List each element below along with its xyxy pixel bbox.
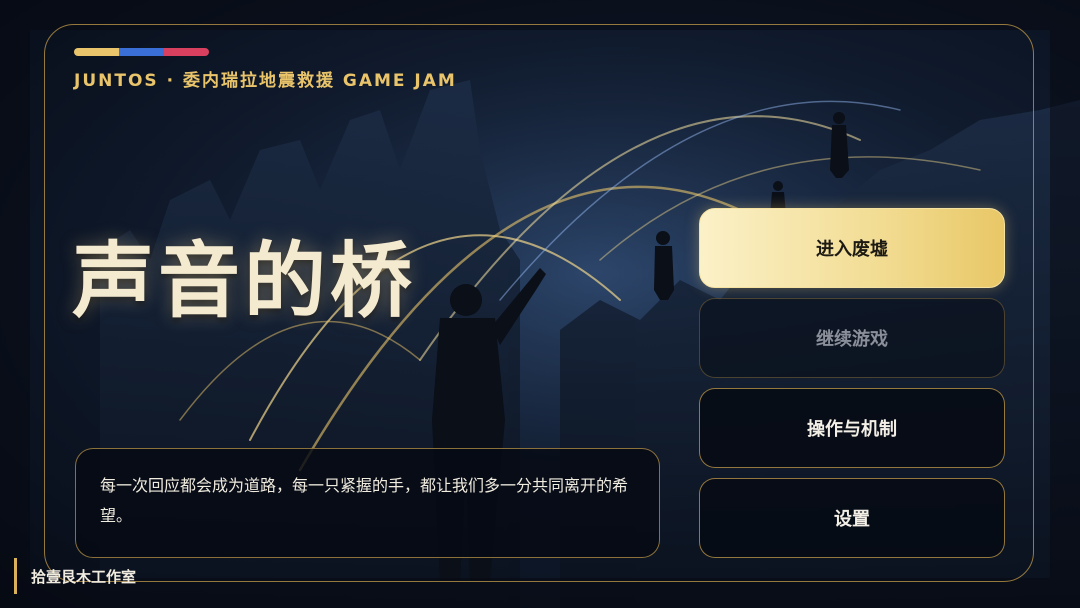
accent-gold — [74, 48, 119, 56]
settings-button[interactable]: 设置 — [699, 478, 1005, 558]
accent-blue — [119, 48, 164, 56]
title-screen: JUNTOS · 委内瑞拉地震救援 GAME JAM 声音的桥 每一次回应都会成… — [0, 0, 1080, 608]
enter-ruins-button[interactable]: 进入废墟 — [699, 208, 1005, 288]
tagline-panel: 每一次回应都会成为道路，每一只紧握的手，都让我们多一分共同离开的希望。 — [75, 448, 660, 558]
accent-red — [164, 48, 209, 56]
tagline-text: 每一次回应都会成为道路，每一只紧握的手，都让我们多一分共同离开的希望。 — [100, 476, 629, 525]
continue-game-button[interactable]: 继续游戏 — [699, 298, 1005, 378]
game-jam-tag: JUNTOS · 委内瑞拉地震救援 GAME JAM — [74, 71, 457, 91]
studio-credit: 拾壹艮木工作室 — [14, 558, 136, 594]
game-title: 声音的桥 — [72, 234, 417, 329]
accent-color-bar — [74, 48, 209, 56]
controls-mechanics-button[interactable]: 操作与机制 — [699, 388, 1005, 468]
